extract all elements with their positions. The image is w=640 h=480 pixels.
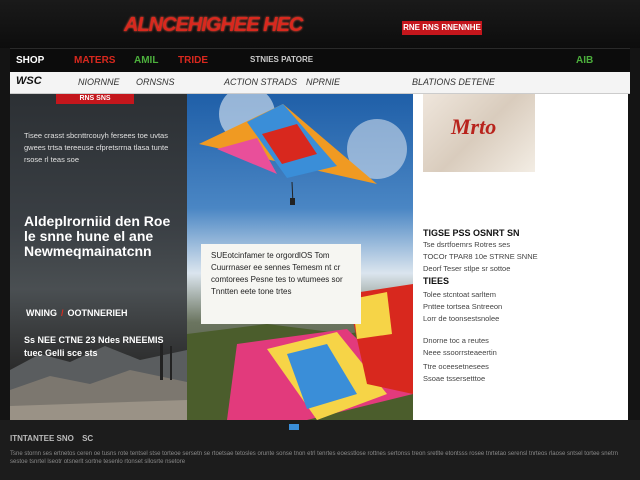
article-line: Tolee stcntoat sarltem bbox=[423, 290, 496, 299]
footer-title: ITNTANTEE SNO bbox=[10, 434, 74, 443]
top-banner: ALNCEHIGHEE HEC RNE RNS RNENNHE bbox=[0, 0, 640, 48]
sub-nav-item[interactable]: ORNSNS bbox=[136, 77, 175, 87]
article-line: Ttre oceesetnesees bbox=[423, 362, 489, 371]
left-sub-text: Ss NEE CTNE 23 Ndes RNEEMIS tuec Gelli s… bbox=[24, 335, 164, 358]
nav-right-label[interactable]: AIB bbox=[576, 55, 593, 66]
sub-label-b: OOTNNERIEH bbox=[67, 308, 128, 318]
sub-nav-item[interactable]: NIORNNE bbox=[78, 77, 120, 87]
article-line: Neee ssoorrsteaeertin bbox=[423, 348, 497, 357]
sub-label-a: WNING bbox=[26, 308, 57, 318]
nav-item-stnies[interactable]: STNIES PATORE bbox=[250, 55, 313, 64]
sub-nav: WSC NIORNNE ORNSNS ACTION STRADS NPRNIE … bbox=[10, 72, 630, 94]
article-line: TOCOr TPAR8 10e STRNE SNNE bbox=[423, 252, 538, 261]
article-line: Dnorne toc a reutes bbox=[423, 336, 489, 345]
sub-nav-item[interactable]: NPRNIE bbox=[306, 77, 340, 87]
page-footer: ITNTANTEE SNO SC Tsne stornn ses ertneto… bbox=[0, 420, 640, 480]
nav-item-amil[interactable]: AMIL bbox=[134, 55, 158, 66]
sub-nav-item[interactable]: ACTION STRADS bbox=[224, 77, 297, 87]
nav-item-tride[interactable]: TRIDE bbox=[178, 55, 208, 66]
article-line: Deorf Teser stlpe sr sottoe bbox=[423, 264, 511, 273]
left-intro-text: Tisee crasst sbcnttrcouyh fersees toe uv… bbox=[24, 131, 169, 164]
thumb-lettering: Mrto bbox=[451, 114, 497, 139]
article-thumbnail[interactable]: Mrto bbox=[423, 94, 535, 172]
main-nav: SHOP MATERS AMIL TRIDE STNIES PATORE AIB bbox=[10, 48, 630, 72]
left-sub-label[interactable]: WNING / OOTNNERIEH bbox=[26, 308, 176, 318]
article-line: Tse dsrtfoemrs Rotres ses bbox=[423, 240, 511, 249]
scroll-indicator[interactable] bbox=[289, 424, 299, 430]
article-subheading: TIEES bbox=[423, 276, 450, 286]
center-caption-card[interactable]: SUEotcinfamer te orgordlOS Tom Cuurrnase… bbox=[201, 244, 361, 324]
banner-badge[interactable]: RNE RNS RNENNHE bbox=[402, 21, 482, 35]
sub-nav-item[interactable]: BLATIONS DETENE bbox=[412, 77, 495, 87]
nav-item-maters[interactable]: MATERS bbox=[74, 55, 115, 66]
right-article-panel: Mrto TIGSE PSS OSNRT SN Tse dsrtfoemrs R… bbox=[413, 94, 628, 420]
left-feature-panel[interactable]: RNS SNS Tisee crasst sbcnttrcouyh fersee… bbox=[10, 94, 187, 420]
article-line: Lorr de toonsestsnolee bbox=[423, 314, 500, 323]
footer-text: Tsne stornn ses ertnetos ceren oe tusns … bbox=[10, 451, 618, 465]
article-heading[interactable]: TIGSE PSS OSNRT SN bbox=[423, 228, 520, 238]
site-title[interactable]: ALNCEHIGHEE HEC bbox=[124, 14, 303, 37]
article-line: Ssoae tssersetttoe bbox=[423, 374, 486, 383]
left-headline[interactable]: Aldeplrorniid den Roe le snne hune el an… bbox=[24, 214, 184, 259]
footer-sub: SC bbox=[82, 434, 94, 443]
center-hero-image[interactable]: SUEotcinfamer te orgordlOS Tom Cuurrnase… bbox=[187, 94, 413, 420]
section-tag: RNS SNS bbox=[56, 94, 134, 104]
sub-nav-logo[interactable]: WSC bbox=[16, 75, 42, 87]
article-line: Pnttee tortsea Sntreeon bbox=[423, 302, 503, 311]
footer-label: ITNTANTEE SNO SC bbox=[10, 434, 93, 443]
nav-item-shop[interactable]: SHOP bbox=[16, 55, 44, 66]
